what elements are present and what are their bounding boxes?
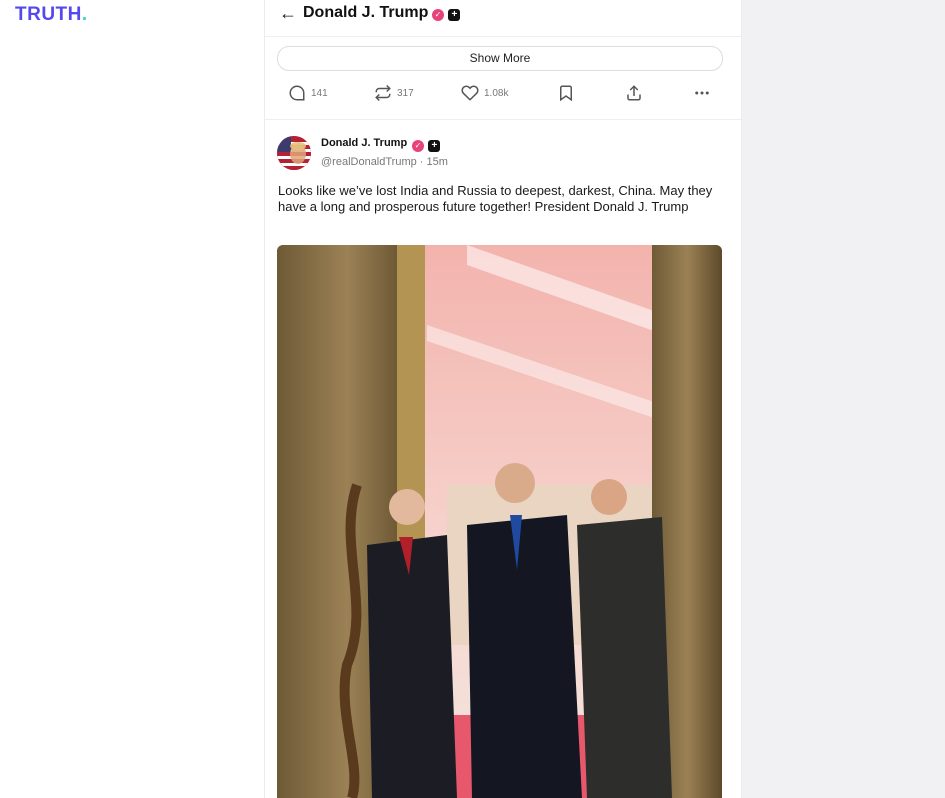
action-bar: 141 317 1.08k bbox=[265, 84, 741, 108]
reply-button[interactable]: 141 bbox=[288, 84, 328, 102]
right-sidebar bbox=[740, 0, 945, 798]
leaders-photo bbox=[277, 245, 722, 798]
truth-logo[interactable]: TRUTH. bbox=[15, 4, 88, 26]
verified-badge-icon: ✓ bbox=[432, 8, 444, 21]
heart-icon bbox=[461, 85, 479, 101]
truth-plus-icon: + bbox=[428, 139, 441, 152]
logo-dot: . bbox=[81, 4, 88, 25]
reply-count: 141 bbox=[311, 87, 328, 99]
post-text: Looks like we’ve lost India and Russia t… bbox=[278, 183, 713, 214]
like-count: 1.08k bbox=[484, 87, 509, 99]
more-options-button[interactable] bbox=[693, 84, 711, 102]
page-title: Donald J. Trump bbox=[303, 4, 429, 21]
post-handle-time[interactable]: @realDonaldTrump · 15m bbox=[321, 156, 448, 168]
post-image[interactable] bbox=[277, 245, 722, 798]
retruth-count: 317 bbox=[397, 87, 414, 99]
back-arrow-icon[interactable]: ← bbox=[279, 3, 297, 24]
logo-text: TRUTH bbox=[15, 4, 82, 25]
avatar-image bbox=[277, 136, 311, 170]
page-header: ← Donald J. Trump ✓ + bbox=[265, 0, 741, 37]
share-button[interactable] bbox=[625, 84, 643, 102]
more-dots-icon bbox=[695, 91, 709, 95]
retruth-icon bbox=[375, 84, 391, 102]
post-divider bbox=[265, 119, 741, 120]
truth-plus-icon: + bbox=[448, 8, 461, 21]
verified-badge-icon: ✓ bbox=[412, 139, 424, 152]
header-badges: ✓ + bbox=[432, 6, 461, 24]
bookmark-icon bbox=[560, 85, 572, 102]
like-button[interactable]: 1.08k bbox=[461, 84, 508, 102]
reply-icon bbox=[289, 85, 305, 101]
post-column: ← Donald J. Trump ✓ + Show More 141 317 … bbox=[264, 0, 742, 798]
share-icon bbox=[627, 85, 641, 101]
avatar[interactable] bbox=[277, 136, 311, 170]
bookmark-button[interactable] bbox=[557, 84, 575, 102]
show-more-button[interactable]: Show More bbox=[277, 46, 723, 71]
author-badges: ✓ + bbox=[412, 137, 441, 155]
retruth-button[interactable]: 317 bbox=[374, 84, 414, 102]
post-author-name[interactable]: Donald J. Trump bbox=[321, 137, 407, 149]
